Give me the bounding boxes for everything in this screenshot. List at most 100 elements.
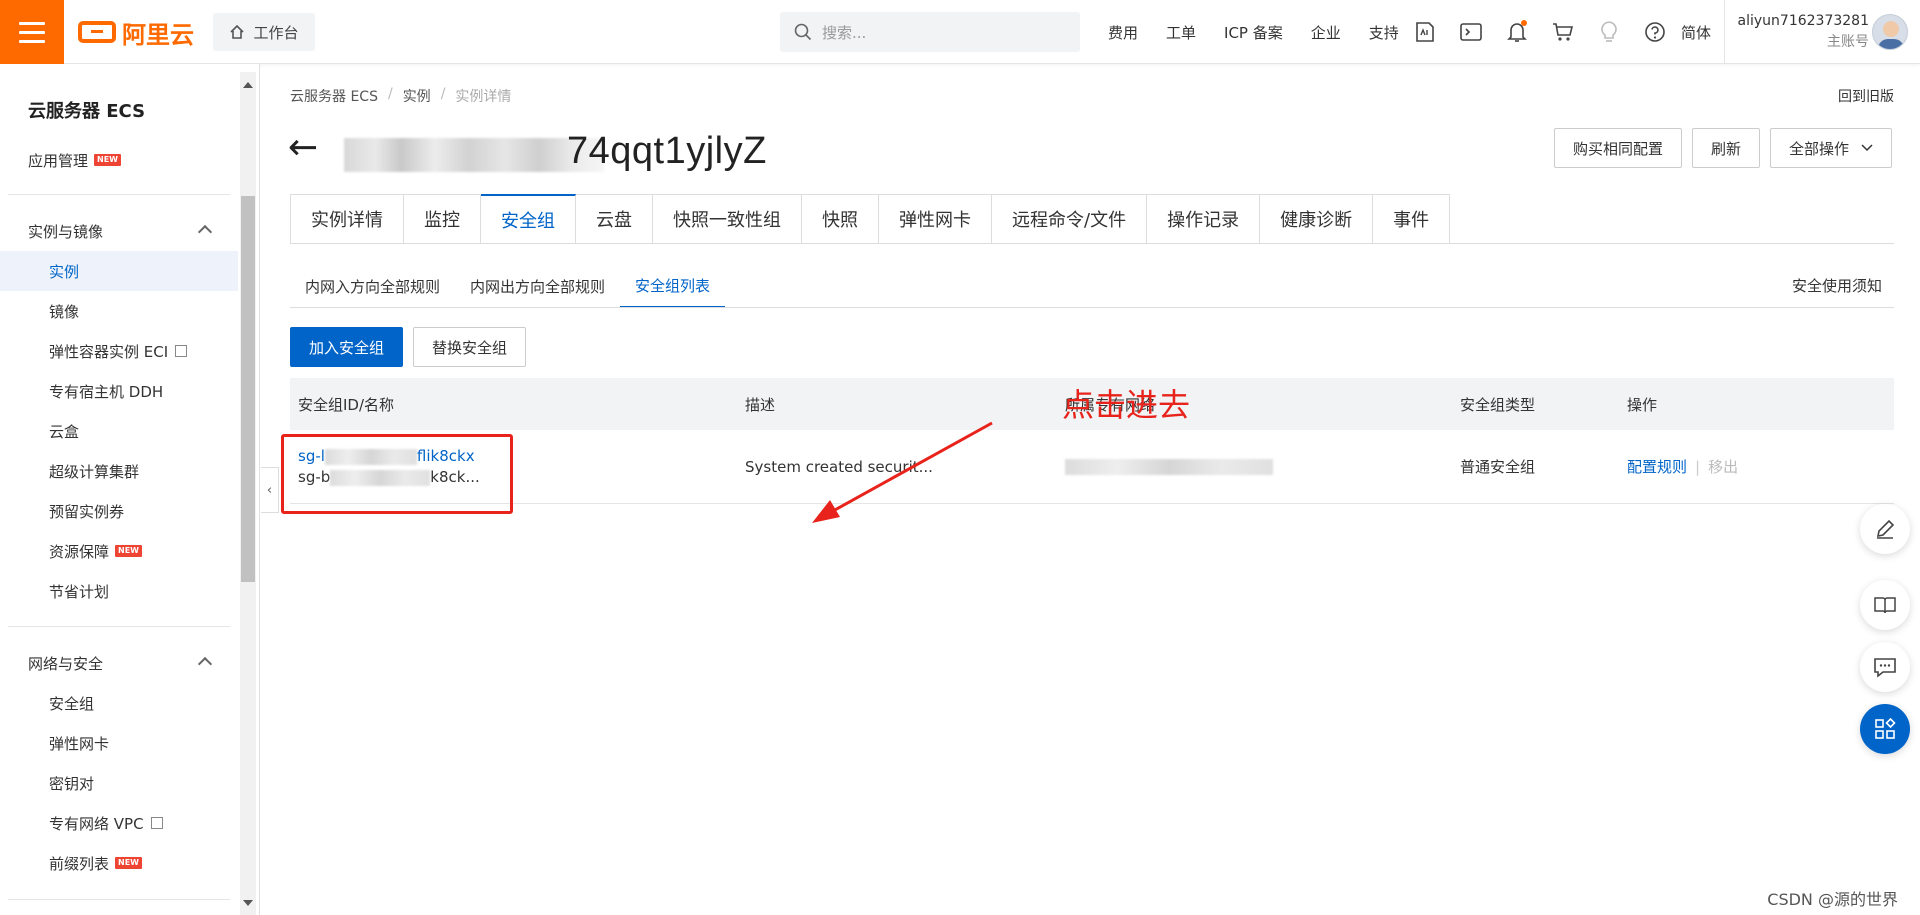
sidebar-item-vpc[interactable]: 专有网络 VPC: [0, 803, 238, 843]
sidebar-title: 云服务器 ECS: [28, 101, 146, 122]
tab-remote-commands[interactable]: 远程命令/文件: [992, 194, 1148, 244]
sidebar-item-label: 实例: [49, 262, 80, 281]
detail-tabs: 实例详情 监控 安全组 云盘 快照一致性组 快照 弹性网卡 远程命令/文件 操作…: [290, 194, 1451, 244]
api-icon[interactable]: [1413, 20, 1437, 44]
configure-rules-link[interactable]: 配置规则: [1627, 458, 1687, 476]
sidebar-item-ddh[interactable]: 专有宿主机 DDH: [0, 371, 238, 411]
search-input[interactable]: 搜索...: [780, 12, 1080, 52]
apps-button[interactable]: [1860, 704, 1910, 754]
tab-events[interactable]: 事件: [1373, 194, 1451, 244]
watermark: CSDN @源的世界: [1767, 890, 1898, 909]
chat-button[interactable]: [1860, 642, 1910, 692]
sidebar-item-cloud-box[interactable]: 云盒: [0, 411, 238, 451]
all-operations-label: 全部操作: [1788, 139, 1849, 158]
tab-instance-details[interactable]: 实例详情: [290, 194, 404, 244]
redacted-vpc: [1065, 459, 1273, 475]
feedback-button[interactable]: [1860, 504, 1910, 554]
annotation-arrow: [812, 421, 993, 523]
replace-security-group-button[interactable]: 替换安全组: [413, 327, 527, 367]
new-badge: NEW: [94, 154, 121, 166]
nav-fees[interactable]: 费用: [1108, 22, 1138, 43]
refresh-button[interactable]: 刷新: [1691, 128, 1760, 168]
sidebar-item-label: 安全组: [49, 694, 95, 713]
tab-monitoring[interactable]: 监控: [404, 194, 481, 244]
sidebar-item-resource-assurance[interactable]: 资源保障 NEW: [0, 531, 238, 571]
lightbulb-icon[interactable]: [1597, 20, 1621, 44]
nav-tickets[interactable]: 工单: [1166, 22, 1196, 43]
sidebar-item-super-computing[interactable]: 超级计算集群: [0, 451, 238, 491]
top-icons: [1413, 0, 1667, 64]
tab-snapshots[interactable]: 快照: [802, 194, 879, 244]
workbench-button[interactable]: 工作台: [213, 13, 315, 51]
remove-link[interactable]: 移出: [1708, 458, 1738, 476]
tab-eni[interactable]: 弹性网卡: [879, 194, 992, 244]
sidebar-item-eni[interactable]: 弹性网卡: [0, 723, 238, 763]
sidebar-item-prefix-lists[interactable]: 前缀列表 NEW: [0, 843, 238, 883]
buy-same-config-button[interactable]: 购买相同配置: [1553, 128, 1682, 168]
external-link-icon: [150, 817, 163, 829]
menu-icon[interactable]: [0, 0, 64, 64]
language-switch[interactable]: 简体: [1681, 22, 1711, 43]
account-type: 主账号: [1827, 34, 1869, 50]
back-to-old-version-link[interactable]: 回到旧版: [1838, 86, 1894, 106]
tab-health-diagnosis[interactable]: 健康诊断: [1260, 194, 1374, 244]
sidebar-item-images[interactable]: 镜像: [0, 291, 238, 331]
sidebar-item-instances[interactable]: 实例: [0, 251, 238, 291]
breadcrumb-separator: /: [387, 86, 393, 102]
column-header: 描述: [745, 395, 776, 414]
logo-text: 阿里云: [122, 20, 194, 49]
subtab-security-group-list[interactable]: 安全组列表: [620, 264, 726, 308]
breadcrumb-ecs[interactable]: 云服务器 ECS: [290, 86, 378, 106]
user-account[interactable]: aliyun7162373281 主账号: [1724, 0, 1869, 64]
all-operations-dropdown[interactable]: 全部操作: [1769, 128, 1892, 168]
nav-icp[interactable]: ICP 备案: [1224, 22, 1283, 43]
cart-icon[interactable]: [1551, 20, 1575, 44]
column-header: 操作: [1627, 395, 1658, 414]
sidebar-group-instances-images[interactable]: 实例与镜像: [0, 211, 238, 251]
sidebar-item-reserved-instances[interactable]: 预留实例券: [0, 491, 238, 531]
sidebar-item-label: 应用管理: [28, 151, 89, 170]
back-arrow-icon[interactable]: ←: [288, 130, 318, 166]
book-icon: [1874, 597, 1896, 614]
sidebar-item-label: 超级计算集群: [49, 462, 140, 481]
help-icon[interactable]: [1643, 20, 1667, 44]
sidebar-item-key-pairs[interactable]: 密钥对: [0, 763, 238, 803]
bell-icon[interactable]: [1505, 20, 1529, 44]
subtab-outbound-rules[interactable]: 内网出方向全部规则: [455, 264, 620, 308]
tab-security-groups[interactable]: 安全组: [481, 194, 576, 244]
sidebar-scrollbar-thumb[interactable]: [241, 196, 255, 582]
top-bar: 阿里云 工作台 搜索... 费用 工单 ICP 备案 企业 支持 简体 aliy…: [0, 0, 1920, 64]
search-icon: [794, 23, 812, 41]
column-header: 安全组ID/名称: [298, 395, 395, 414]
sidebar-item-eci[interactable]: 弹性容器实例 ECI: [0, 331, 238, 371]
sidebar-item-savings-plan[interactable]: 节省计划: [0, 571, 238, 611]
annotation-highlight-box: [281, 434, 513, 514]
tab-disks[interactable]: 云盘: [576, 194, 653, 244]
breadcrumb-current: 实例详情: [455, 89, 512, 105]
nav-enterprise[interactable]: 企业: [1311, 22, 1341, 43]
chevron-up-icon: [197, 224, 213, 240]
avatar[interactable]: [1872, 14, 1908, 50]
aliyun-logo[interactable]: 阿里云: [78, 16, 194, 49]
type-cell: 普通安全组: [1460, 458, 1536, 476]
scroll-up-arrow-icon[interactable]: [243, 82, 253, 88]
sidebar-group-network-security[interactable]: 网络与安全: [0, 643, 238, 683]
sidebar-item-label: 节省计划: [49, 582, 110, 601]
nav-support[interactable]: 支持: [1369, 22, 1399, 43]
breadcrumb-instances[interactable]: 实例: [403, 86, 431, 106]
join-security-group-button[interactable]: 加入安全组: [290, 327, 404, 367]
sidebar-item-app-management[interactable]: 应用管理 NEW: [0, 140, 238, 180]
subtab-inbound-rules[interactable]: 内网入方向全部规则: [290, 264, 455, 308]
docs-button[interactable]: [1860, 580, 1910, 630]
new-badge: NEW: [115, 857, 142, 869]
terminal-icon[interactable]: [1459, 20, 1483, 44]
workbench-label: 工作台: [253, 23, 299, 42]
breadcrumb-separator: /: [440, 86, 446, 102]
scroll-down-arrow-icon[interactable]: [243, 900, 253, 906]
security-notice-link[interactable]: 安全使用须知: [1792, 275, 1882, 296]
sidebar: 云服务器 ECS 应用管理 NEW 实例与镜像 实例 镜像 弹性容器实例 ECI …: [0, 64, 260, 915]
page-title: 74qqt1yjlyZ: [567, 130, 767, 172]
tab-snapshot-consistency-groups[interactable]: 快照一致性组: [653, 194, 802, 244]
tab-operation-logs[interactable]: 操作记录: [1147, 194, 1261, 244]
sidebar-item-security-groups[interactable]: 安全组: [0, 683, 238, 723]
